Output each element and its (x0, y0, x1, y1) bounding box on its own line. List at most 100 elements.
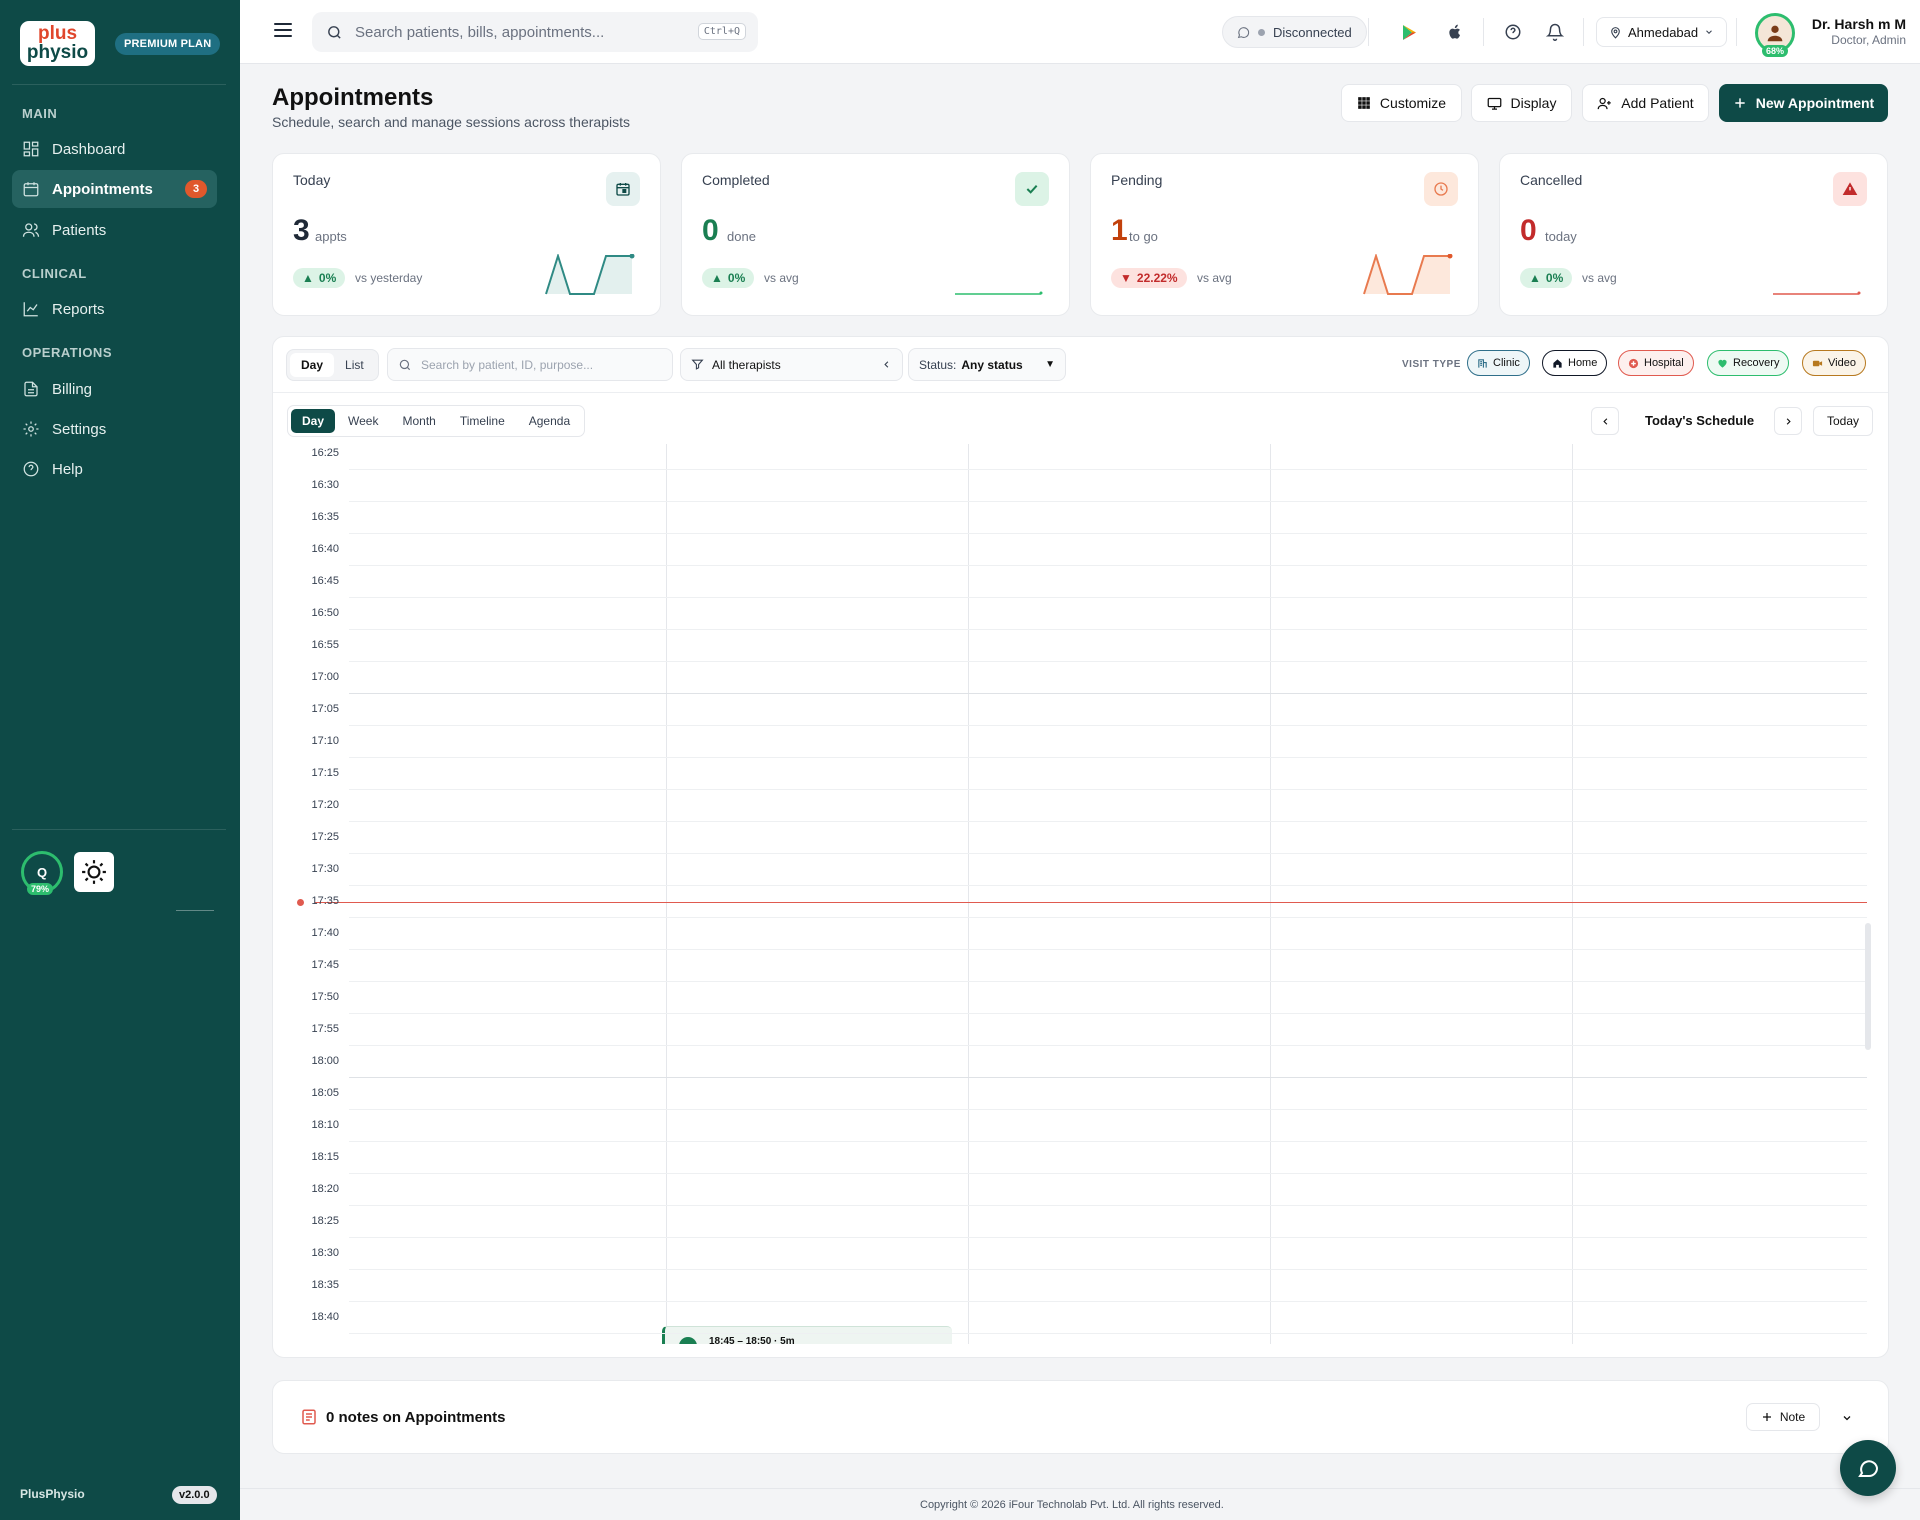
status-filter[interactable]: Status: Any status ▼ (908, 348, 1066, 381)
add-note-button[interactable]: Note (1746, 1403, 1820, 1431)
sidebar-item-appointments[interactable]: Appointments 3 (12, 170, 217, 208)
theme-toggle[interactable] (74, 852, 114, 892)
location-select[interactable]: Ahmedabad (1596, 17, 1728, 47)
help-icon[interactable] (1502, 21, 1524, 43)
play-store-icon[interactable] (1399, 21, 1421, 43)
time-slot-row[interactable] (349, 1109, 1867, 1110)
stat-card-cancelled[interactable]: Cancelled 0 today ▲ 0% vs avg (1499, 153, 1888, 316)
view-mode-list[interactable]: List (334, 353, 375, 377)
calendar-scrollbar[interactable] (1865, 923, 1871, 1050)
time-slot-label: 18:40 (311, 1311, 339, 1323)
appointment-search-input[interactable]: Search by patient, ID, purpose... (387, 348, 673, 381)
stat-card-today[interactable]: Today 3 appts ▲ 0% vs yesterday (272, 153, 661, 316)
time-slot-row[interactable] (349, 597, 1867, 598)
time-slot-row[interactable] (349, 1173, 1867, 1174)
calendar-grid[interactable]: 18:45 – 18:50 · 5m 16:25 16:30 16:35 16:40 1… (285, 444, 1867, 1344)
calendar-view-day[interactable]: Day (291, 409, 336, 433)
search-icon (399, 359, 411, 370)
user-name[interactable]: Dr. Harsh m M (1802, 16, 1906, 32)
time-slot-row[interactable] (349, 1301, 1867, 1302)
time-slot-row[interactable] (349, 725, 1867, 726)
toolbar-divider (1483, 18, 1484, 46)
app-logo[interactable]: plus physio (20, 21, 95, 66)
caret-down-icon: ▼ (1045, 359, 1055, 370)
calendar-view-timeline[interactable]: Timeline (449, 409, 516, 433)
calendar-view-week[interactable]: Week (337, 409, 389, 433)
help-icon (23, 461, 39, 477)
time-slot-row[interactable] (349, 661, 1867, 662)
time-slot-row[interactable] (349, 821, 1867, 822)
therapist-filter[interactable]: All therapists (680, 348, 903, 381)
time-slot-row[interactable] (349, 565, 1867, 566)
sidebar-item-settings[interactable]: Settings (12, 410, 217, 448)
time-slot-row[interactable] (349, 789, 1867, 790)
customize-button[interactable]: Customize (1341, 84, 1462, 122)
whatsapp-status[interactable]: Disconnected (1222, 16, 1367, 48)
global-search-input[interactable]: Search patients, bills, appointments... … (312, 12, 758, 52)
time-slot-row[interactable] (349, 1013, 1867, 1014)
stat-sparkline (955, 291, 1043, 295)
visit-type-recovery[interactable]: Recovery (1707, 350, 1790, 376)
add-patient-button[interactable]: Add Patient (1582, 84, 1709, 122)
sidebar-item-billing[interactable]: Billing (12, 370, 217, 408)
time-slot-row[interactable] (349, 1141, 1867, 1142)
time-slot-row[interactable] (349, 981, 1867, 982)
next-day-button[interactable] (1774, 407, 1802, 435)
time-slot-row[interactable] (349, 1045, 1867, 1046)
calendar-icon (23, 182, 39, 197)
visit-type-clinic[interactable]: Clinic (1467, 350, 1530, 376)
sidebar-item-dashboard[interactable]: Dashboard (12, 130, 217, 168)
sidebar-item-reports[interactable]: Reports (12, 290, 217, 328)
time-slot-row[interactable] (349, 1269, 1867, 1270)
time-slot-row[interactable] (349, 1077, 1867, 1078)
search-placeholder: Search patients, bills, appointments... (355, 23, 605, 41)
sidebar-item-patients[interactable]: Patients (12, 211, 217, 249)
logo-text-physio: physio (26, 41, 89, 63)
time-slot-label: 17:35 (311, 895, 339, 907)
calendar-view-month[interactable]: Month (391, 409, 446, 433)
time-slot-row[interactable] (349, 885, 1867, 886)
appointment-block[interactable]: 18:45 – 18:50 · 5m (662, 1326, 952, 1344)
visit-type-home[interactable]: Home (1542, 350, 1608, 376)
time-slot-row[interactable] (349, 1333, 1867, 1334)
time-slot-row[interactable] (349, 853, 1867, 854)
visit-type-hospital[interactable]: Hospital (1618, 350, 1694, 376)
chat-button[interactable] (1840, 1440, 1896, 1496)
today-button[interactable]: Today (1813, 406, 1873, 436)
appointment-time: 18:45 – 18:50 · 5m (709, 1336, 795, 1344)
time-slot-label: 18:10 (311, 1119, 339, 1131)
time-slot-row[interactable] (349, 629, 1867, 630)
time-slot-row[interactable] (349, 533, 1867, 534)
plus-icon (1735, 98, 1745, 108)
stat-card-completed[interactable]: Completed 0 done ▲ 0% vs avg (681, 153, 1070, 316)
stat-change: 0% (727, 271, 746, 285)
triangle-up-icon: ▲ (1529, 271, 1541, 285)
time-slot-row[interactable] (349, 1237, 1867, 1238)
time-slot-row[interactable] (349, 1205, 1867, 1206)
visit-type-video[interactable]: Video (1802, 350, 1866, 376)
prev-day-button[interactable] (1591, 407, 1619, 435)
stat-card-pending[interactable]: Pending 1 to go ▼ 22.22% vs avg (1090, 153, 1479, 316)
section-main: MAIN (22, 106, 58, 121)
calendar-view-agenda[interactable]: Agenda (518, 409, 581, 433)
time-slot-row[interactable] (349, 693, 1867, 694)
time-slot-row[interactable] (349, 949, 1867, 950)
menu-toggle-icon[interactable] (274, 23, 292, 37)
bell-icon[interactable] (1544, 21, 1566, 43)
new-appointment-button[interactable]: New Appointment (1719, 84, 1888, 122)
appointment-status-dot (679, 1337, 697, 1344)
apple-icon[interactable] (1444, 21, 1466, 43)
stat-compare: vs avg (1582, 271, 1617, 285)
time-slot-row[interactable] (349, 917, 1867, 918)
time-slot-row[interactable] (349, 501, 1867, 502)
time-slot-row[interactable] (349, 469, 1867, 470)
display-button[interactable]: Display (1471, 84, 1572, 122)
status-filter-label: Status: (919, 357, 957, 372)
chevron-right-icon (1786, 417, 1791, 425)
time-slot-row[interactable] (349, 757, 1867, 758)
chevron-down-icon[interactable] (1841, 1412, 1853, 1424)
view-mode-day[interactable]: Day (290, 353, 335, 377)
grid-icon (23, 141, 39, 157)
time-slot-label: 18:00 (311, 1055, 339, 1067)
sidebar-item-help[interactable]: Help (12, 450, 217, 488)
